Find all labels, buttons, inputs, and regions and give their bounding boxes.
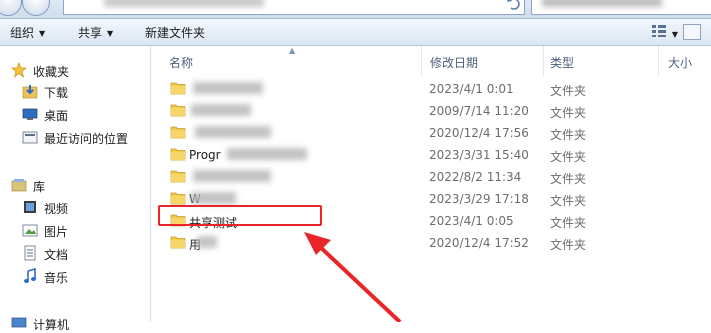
- blurred-filename: [227, 148, 307, 160]
- file-modified-date: 2023/4/1 0:01: [429, 82, 514, 96]
- folder-icon: [170, 236, 186, 249]
- file-type: 文件夹: [550, 150, 587, 164]
- nav-item-label: 文档: [44, 248, 69, 262]
- column-divider: [421, 46, 422, 76]
- file-modified-date: 2020/12/4 17:56: [429, 126, 529, 140]
- file-modified-date: 2023/3/29 17:18: [429, 192, 529, 206]
- nav-item-music[interactable]: 音乐: [0, 266, 150, 286]
- nav-computer[interactable]: 计算机: [0, 313, 150, 333]
- sort-ascending-icon: ▲: [289, 46, 296, 55]
- table-row[interactable]: 2023/4/1 0:01 文件夹: [151, 78, 711, 100]
- computer-icon: [11, 317, 27, 328]
- preview-pane-button[interactable]: [683, 24, 701, 40]
- nav-item-downloads[interactable]: 下载: [0, 81, 150, 101]
- file-modified-date: 2020/12/4 17:52: [429, 236, 529, 250]
- file-type: 文件夹: [550, 106, 587, 120]
- file-modified-date: 2009/7/14 11:20: [429, 104, 529, 118]
- file-name[interactable]: Progr: [189, 148, 221, 162]
- column-header-date[interactable]: 修改日期: [430, 54, 478, 71]
- folder-icon: [170, 170, 186, 183]
- desktop-icon: [22, 108, 38, 120]
- refresh-icon[interactable]: [504, 0, 524, 13]
- nav-item-label: 视频: [44, 202, 69, 216]
- video-library-icon: [24, 201, 36, 213]
- command-bar: 组织 ▼ 共享 ▼ 新建文件夹 ▼: [0, 19, 711, 46]
- nav-item-label: 音乐: [44, 271, 69, 285]
- nav-computer-label: 计算机: [33, 318, 70, 332]
- file-type: 文件夹: [550, 84, 587, 98]
- nav-item-label: 图片: [44, 225, 69, 239]
- star-icon: [11, 62, 27, 78]
- column-header-name[interactable]: 名称: [169, 54, 193, 71]
- file-modified-date: 2022/8/2 11:34: [429, 170, 522, 184]
- pictures-library-icon: [22, 224, 38, 237]
- column-header-size[interactable]: 大小: [668, 54, 692, 71]
- file-type: 文件夹: [550, 216, 587, 230]
- blurred-filename: [193, 170, 271, 182]
- share-button[interactable]: 共享 ▼: [78, 24, 113, 41]
- table-row[interactable]: 2022/8/2 11:34 文件夹: [151, 166, 711, 188]
- file-type: 文件夹: [550, 194, 587, 208]
- search-input[interactable]: [531, 0, 711, 15]
- blurred-filename: [197, 236, 217, 248]
- change-view-button[interactable]: ▼: [652, 25, 678, 40]
- nav-item-recent-places[interactable]: 最近访问的位置: [0, 127, 150, 147]
- recent-places-icon: [22, 131, 38, 144]
- chevron-down-icon: ▼: [39, 29, 46, 38]
- file-type: 文件夹: [550, 238, 587, 252]
- nav-item-label: 下载: [44, 86, 69, 100]
- file-type: 文件夹: [550, 128, 587, 142]
- new-folder-button[interactable]: 新建文件夹: [145, 24, 205, 41]
- nav-item-desktop[interactable]: 桌面: [0, 104, 150, 124]
- forward-button[interactable]: [22, 0, 50, 16]
- folder-icon: [170, 126, 186, 139]
- address-path-blurred: [104, 0, 264, 7]
- back-button[interactable]: [0, 0, 22, 16]
- music-library-icon: [24, 268, 36, 283]
- view-grid-icon: [652, 25, 666, 37]
- table-row[interactable]: 2009/7/14 11:20 文件夹: [151, 100, 711, 122]
- blurred-filename: [195, 126, 271, 138]
- address-field[interactable]: [63, 0, 525, 15]
- annotation-highlight-box: [158, 205, 322, 226]
- column-divider: [543, 46, 544, 76]
- table-row[interactable]: 2020/12/4 17:56 文件夹: [151, 122, 711, 144]
- nav-item-label: 桌面: [44, 109, 69, 123]
- download-folder-icon: [22, 85, 38, 99]
- nav-item-label: 最近访问的位置: [44, 132, 129, 146]
- blurred-filename: [191, 192, 236, 204]
- chevron-down-icon: ▼: [671, 30, 678, 39]
- address-bar-area: [0, 0, 711, 19]
- column-divider: [658, 46, 659, 76]
- file-list: ▲ 名称 修改日期 类型 大小 2023/4/1 0:01 文件夹 2009/7/1…: [151, 46, 711, 322]
- blurred-filename: [191, 104, 251, 116]
- nav-item-pictures[interactable]: 图片: [0, 220, 150, 240]
- column-header-type[interactable]: 类型: [550, 54, 574, 71]
- file-type: 文件夹: [550, 172, 587, 186]
- documents-library-icon: [24, 245, 36, 261]
- library-icon: [11, 179, 27, 192]
- folder-icon: [170, 148, 186, 161]
- search-placeholder-blurred: [542, 0, 662, 7]
- organize-button[interactable]: 组织 ▼: [10, 24, 45, 41]
- nav-libraries[interactable]: 库: [0, 175, 150, 195]
- nav-item-videos[interactable]: 视频: [0, 197, 150, 217]
- file-modified-date: 2023/4/1 0:05: [429, 214, 514, 228]
- new-folder-label: 新建文件夹: [145, 26, 206, 40]
- nav-favorites[interactable]: 收藏夹: [0, 60, 150, 80]
- nav-libraries-label: 库: [33, 180, 46, 194]
- organize-label: 组织: [10, 26, 35, 40]
- folder-icon: [170, 82, 186, 95]
- table-row[interactable]: 用 2020/12/4 17:52 文件夹: [151, 232, 711, 254]
- nav-favorites-label: 收藏夹: [33, 65, 70, 79]
- nav-item-documents[interactable]: 文档: [0, 243, 150, 263]
- navigation-pane: 收藏夹 下载 桌面 最近访问的位置 库 视频 图片 文档 音乐 计算机: [0, 46, 151, 332]
- file-modified-date: 2023/3/31 15:40: [429, 148, 529, 162]
- folder-icon: [170, 192, 186, 205]
- blurred-filename: [193, 82, 263, 94]
- chevron-down-icon: ▼: [107, 29, 114, 38]
- table-row[interactable]: Progr 2023/3/31 15:40 文件夹: [151, 144, 711, 166]
- share-label: 共享: [78, 26, 103, 40]
- folder-icon: [170, 104, 186, 117]
